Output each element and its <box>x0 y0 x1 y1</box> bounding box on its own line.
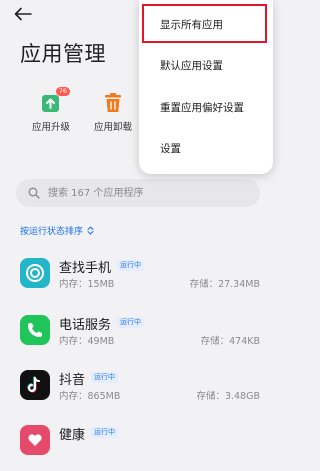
menu-item-settings[interactable]: 设置 <box>160 141 181 156</box>
app-upgrade-label: 应用升级 <box>31 122 70 133</box>
app-uninstall-label: 应用卸载 <box>93 122 132 133</box>
app-name: 健康 <box>59 428 86 443</box>
upgrade-icon: 76 <box>40 87 70 114</box>
sort-toggle-icon <box>87 226 94 235</box>
app-row-phone-service[interactable]: 电话服务 运行中 内存：49MB 存储：474KB <box>0 311 276 361</box>
app-row-douyin[interactable]: 抖音 运行中 内存：865MB 存储：3.48GB <box>0 366 276 416</box>
running-badge: 运行中 <box>91 372 118 383</box>
phone-icon <box>20 315 50 345</box>
back-arrow-icon <box>14 7 32 21</box>
app-name: 抖音 <box>59 373 86 388</box>
menu-item-default-app-settings[interactable]: 默认应用设置 <box>160 58 223 73</box>
running-badge: 运行中 <box>91 427 118 438</box>
trash-icon <box>102 92 124 114</box>
search-bar[interactable] <box>16 179 260 207</box>
memory-usage: 内存：49MB <box>59 336 115 347</box>
tiktok-icon <box>20 370 50 400</box>
app-upgrade-shortcut[interactable]: 76 应用升级 <box>21 87 81 133</box>
update-count-badge: 76 <box>55 87 70 96</box>
app-uninstall-shortcut[interactable]: 应用卸载 <box>83 92 143 133</box>
running-badge: 运行中 <box>117 317 144 328</box>
find-phone-icon <box>20 258 50 288</box>
sort-label: 按运行状态排序 <box>20 227 84 237</box>
app-name: 查找手机 <box>59 261 112 276</box>
highlight-annotation <box>142 4 267 43</box>
running-badge: 运行中 <box>117 260 144 271</box>
app-row-health[interactable]: 健康 运行中 <box>0 421 276 471</box>
storage-usage: 存储：3.48GB <box>196 391 260 402</box>
app-row-find-phone[interactable]: 查找手机 运行中 内存：15MB 存储：27.34MB <box>0 254 276 304</box>
search-icon <box>28 187 40 199</box>
memory-usage: 内存：15MB <box>59 279 115 290</box>
back-button[interactable] <box>14 6 38 24</box>
app-name: 电话服务 <box>59 318 112 333</box>
sort-selector[interactable]: 按运行状态排序 <box>20 224 94 237</box>
page-title: 应用管理 <box>20 42 106 66</box>
storage-usage: 存储：27.34MB <box>189 279 260 290</box>
menu-item-reset-app-preferences[interactable]: 重置应用偏好设置 <box>160 100 244 115</box>
search-input[interactable] <box>46 186 250 200</box>
memory-usage: 内存：865MB <box>59 391 121 402</box>
storage-usage: 存储：474KB <box>200 336 260 347</box>
health-icon <box>20 425 50 455</box>
